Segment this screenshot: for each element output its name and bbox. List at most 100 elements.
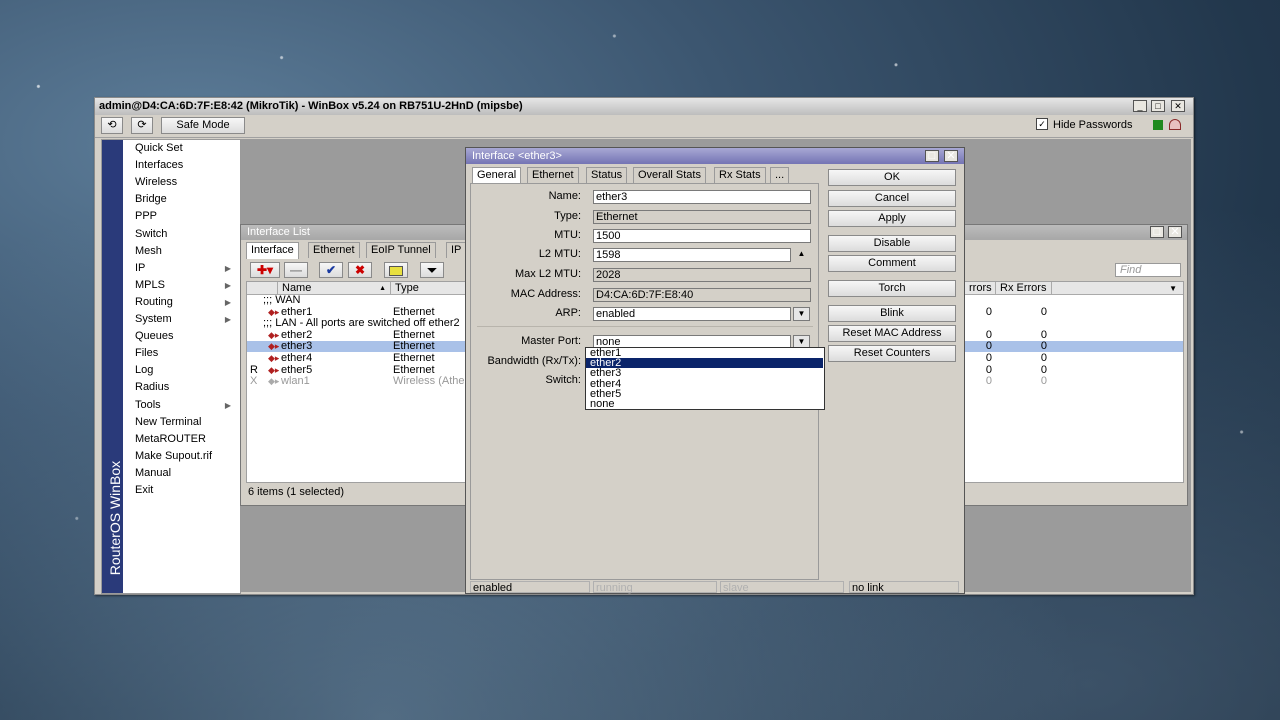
comment-icon [389,265,403,276]
sidebar-item-interfaces[interactable]: Interfaces [135,157,239,174]
dropdown-option-ether5[interactable]: ether5 [586,388,823,399]
chevron-right-icon: ▶ [224,280,231,290]
maximize-icon[interactable]: □ [925,150,939,162]
close-icon[interactable]: ✕ [944,150,958,162]
enable-button[interactable]: ✔ [319,262,343,278]
tab-ip[interactable]: IP [446,242,467,258]
find-input[interactable]: Find [1115,263,1181,277]
remove-button[interactable]: — [284,262,308,278]
sidebar-item-wireless[interactable]: Wireless [135,174,239,191]
sidebar-item-routing[interactable]: Routing ▶ [135,294,239,311]
sidebar-item-label: IP [135,261,146,274]
sidebar-item-tools[interactable]: Tools ▶ [135,397,239,414]
sidebar-item-metarouter[interactable]: MetaROUTER [135,431,239,448]
sidebar-item-label: Quick Set [135,142,183,154]
cell-name: ether5 [281,364,313,376]
ok-button[interactable]: OK [828,169,956,186]
sidebar-item-label: Queues [135,330,174,343]
sidebar-item-switch[interactable]: Switch [135,226,239,243]
main-toolbar: ⟲ ⟳ Safe Mode ✓ Hide Passwords [95,115,1193,138]
name-field[interactable]: ether3 [593,190,811,204]
column-header-extra[interactable]: ▼ [1052,282,1183,295]
sidebar-item-exit[interactable]: Exit [135,482,239,499]
sidebar-item-quick-set[interactable]: Quick Set [135,140,239,157]
tab-eoip-tunnel[interactable]: EoIP Tunnel [366,242,436,258]
sidebar-item-queues[interactable]: Queues [135,328,239,345]
sidebar-item-mesh[interactable]: Mesh [135,243,239,260]
dialog-title: Interface <ether3> [472,150,562,162]
sidebar-item-label: Tools [135,398,161,411]
column-header-name[interactable]: Name ▲ [278,282,391,295]
sidebar-item-log[interactable]: Log [135,362,239,379]
type-label: Type: [554,210,581,222]
max-l2mtu-field: 2028 [593,268,811,282]
maximize-icon[interactable]: □ [1151,100,1165,112]
dropdown-option-ether3[interactable]: ether3 [586,368,823,379]
sidebar-item-label: MPLS [135,278,165,291]
torch-button[interactable]: Torch [828,280,956,297]
sidebar-item-label: Mesh [135,244,162,257]
column-header-flag[interactable] [247,282,278,295]
chevron-down-icon[interactable]: ▼ [793,307,810,321]
comment-button[interactable]: Comment [828,255,956,272]
redo-icon: ⟳ [137,119,147,131]
hide-passwords-checkbox[interactable]: ✓ [1036,118,1048,131]
cancel-button[interactable]: Cancel [828,190,956,207]
collapse-icon[interactable]: ▲ [793,248,810,262]
blink-button[interactable]: Blink [828,305,956,322]
master-port-dropdown: ether1 ether2 ether3 ether4 ether5 none [585,347,825,410]
tab-more[interactable]: ... [770,167,790,183]
mtu-field[interactable]: 1500 [593,229,811,243]
close-icon[interactable]: ✕ [1171,100,1185,112]
sidebar-item-radius[interactable]: Radius [135,379,239,396]
tab-ethernet[interactable]: Ethernet [527,167,579,183]
filter-button[interactable]: ⏷ [420,262,444,278]
sidebar-item-ip[interactable]: IP ▶ [135,260,239,277]
dropdown-option-ether4[interactable]: ether4 [586,378,823,389]
tab-status[interactable]: Status [586,167,628,183]
mac-address-field: D4:CA:6D:7F:E8:40 [593,288,811,302]
add-button[interactable]: ✚▾ [250,262,280,278]
l2mtu-field[interactable]: 1598 [593,248,791,262]
maximize-icon[interactable]: □ [1150,226,1164,238]
sidebar-item-ppp[interactable]: PPP [135,208,239,225]
undo-button[interactable]: ⟲ [101,117,123,134]
redo-button[interactable]: ⟳ [131,117,153,134]
minimize-icon[interactable]: _ [1133,100,1147,112]
dropdown-option-none[interactable]: none [586,399,823,410]
master-port-label: Master Port: [521,335,581,347]
column-header-errors[interactable]: rrors [965,282,996,295]
dropdown-option-ether1[interactable]: ether1 [586,348,823,359]
reset-mac-address-button[interactable]: Reset MAC Address [828,325,956,342]
sidebar-item-label: PPP [135,210,158,223]
arp-select[interactable]: enabled [593,307,791,321]
safe-mode-button[interactable]: Safe Mode [161,117,245,134]
tab-rx-stats[interactable]: Rx Stats [714,167,766,183]
status-enabled: enabled [470,581,590,594]
sidebar-item-bridge[interactable]: Bridge [135,191,239,208]
reset-counters-button[interactable]: Reset Counters [828,345,956,362]
disable-button[interactable]: ✖ [348,262,372,278]
cell-errors: 0 [985,376,992,388]
sidebar-item-mpls[interactable]: MPLS ▶ [135,277,239,294]
column-header-rx-errors[interactable]: Rx Errors [996,282,1052,295]
dialog-titlebar[interactable]: Interface <ether3> □ ✕ [466,148,964,164]
switch-label: Switch: [545,374,581,386]
disable-button[interactable]: Disable [828,235,956,252]
sidebar-item-files[interactable]: Files [135,345,239,362]
dropdown-option-ether2[interactable]: ether2 [586,358,823,369]
sidebar-item-system[interactable]: System ▶ [135,311,239,328]
sidebar-item-new-terminal[interactable]: New Terminal [135,414,239,431]
sidebar-item-make-supout-rif[interactable]: Make Supout.rif [135,448,239,465]
tab-overall-stats[interactable]: Overall Stats [633,167,706,183]
sidebar-item-label: Exit [135,484,154,496]
tab-general[interactable]: General [472,167,522,183]
sidebar-item-manual[interactable]: Manual [135,465,239,482]
window-titlebar[interactable]: admin@D4:CA:6D:7F:E8:42 (MikroTik) - Win… [95,98,1193,115]
close-icon[interactable]: ✕ [1168,226,1182,238]
tab-interface[interactable]: Interface [246,242,299,259]
plus-icon: ✚▾ [256,263,274,277]
comment-button[interactable] [384,262,408,278]
tab-ethernet[interactable]: Ethernet [308,242,360,258]
apply-button[interactable]: Apply [828,210,956,227]
